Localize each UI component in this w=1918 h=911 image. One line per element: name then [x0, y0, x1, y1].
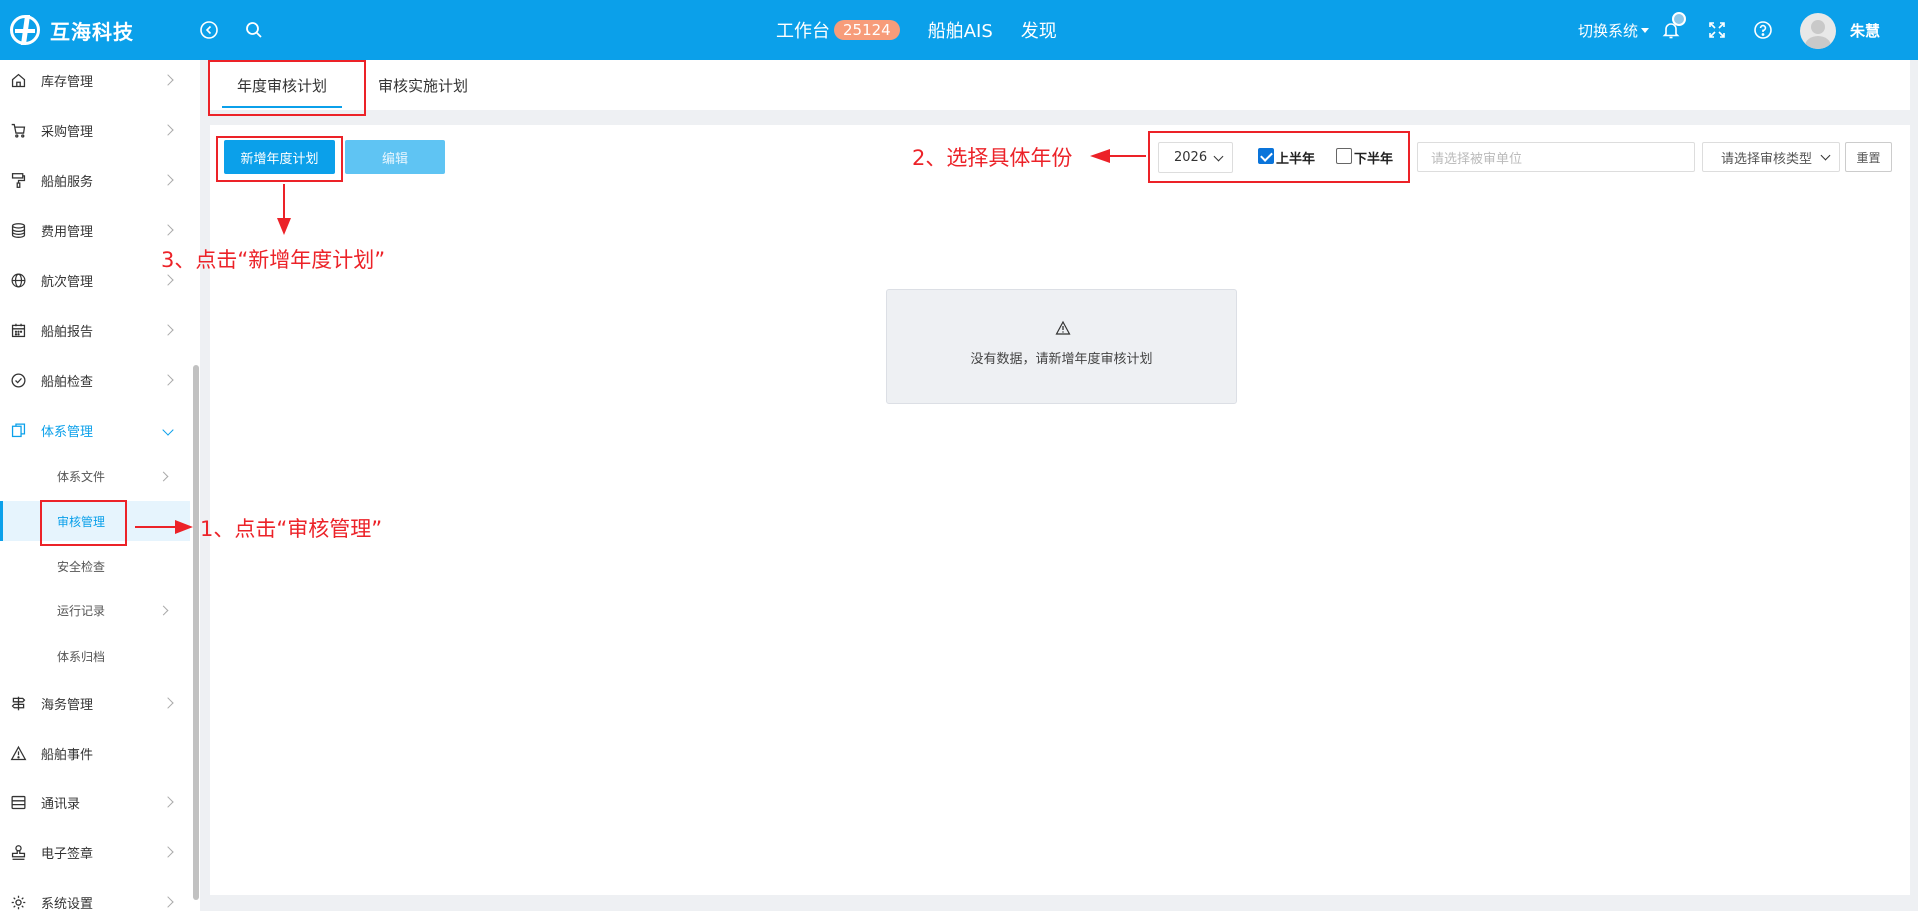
- arrowhead-left: [1090, 149, 1110, 163]
- arrowhead-right: [175, 520, 193, 534]
- annotation-step3: 3、点击“新增年度计划”: [161, 248, 386, 272]
- annotation-step2: 2、选择具体年份: [912, 146, 1073, 170]
- annotation-step1: 1、点击“审核管理”: [200, 517, 383, 541]
- annotation-arrows: [135, 149, 1146, 534]
- arrowhead-down: [277, 218, 291, 235]
